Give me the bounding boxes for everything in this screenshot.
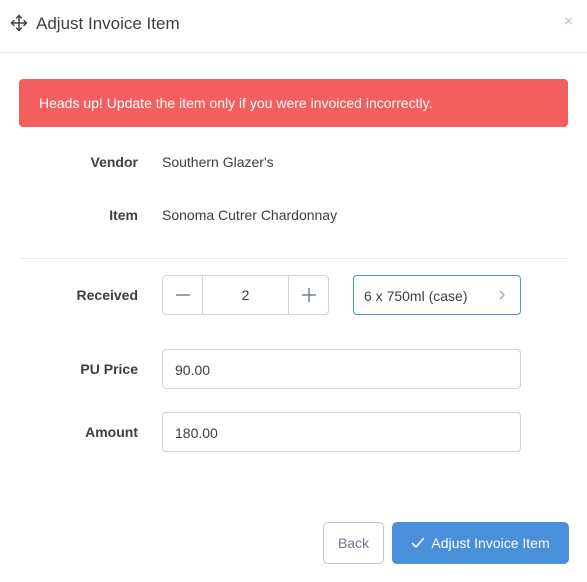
pu-price-label: PU Price	[80, 361, 138, 377]
move-arrows-icon[interactable]	[10, 14, 28, 32]
vendor-label: Vendor	[90, 154, 138, 170]
section-divider	[19, 258, 568, 259]
plus-icon	[301, 288, 316, 302]
close-icon[interactable]: ×	[564, 13, 573, 31]
unit-select[interactable]: 6 x 750ml (case)	[353, 275, 521, 315]
back-button[interactable]: Back	[323, 522, 384, 564]
increment-button[interactable]	[288, 276, 328, 314]
modal-header: Adjust Invoice Item ×	[0, 0, 587, 53]
decrement-button[interactable]	[163, 276, 203, 314]
modal-title: Adjust Invoice Item	[36, 14, 180, 33]
chevron-right-icon	[499, 290, 505, 300]
adjust-invoice-item-button[interactable]: Adjust Invoice Item	[392, 522, 569, 564]
adjust-invoice-item-label: Adjust Invoice Item	[431, 535, 550, 551]
vendor-value: Southern Glazer's	[162, 154, 274, 170]
warning-alert: Heads up! Update the item only if you we…	[19, 79, 568, 127]
amount-input[interactable]: 180.00	[162, 412, 521, 452]
received-label: Received	[76, 287, 138, 303]
check-icon	[412, 537, 425, 548]
minus-icon	[175, 294, 190, 296]
pu-price-input[interactable]: 90.00	[162, 349, 521, 389]
adjust-invoice-item-modal: Adjust Invoice Item × Heads up! Update t…	[0, 0, 587, 582]
quantity-value[interactable]: 2	[203, 276, 288, 314]
item-value: Sonoma Cutrer Chardonnay	[162, 207, 338, 223]
unit-select-value: 6 x 750ml (case)	[364, 288, 468, 304]
amount-label: Amount	[85, 424, 138, 440]
quantity-stepper: 2	[162, 275, 329, 315]
item-label: Item	[109, 207, 138, 223]
